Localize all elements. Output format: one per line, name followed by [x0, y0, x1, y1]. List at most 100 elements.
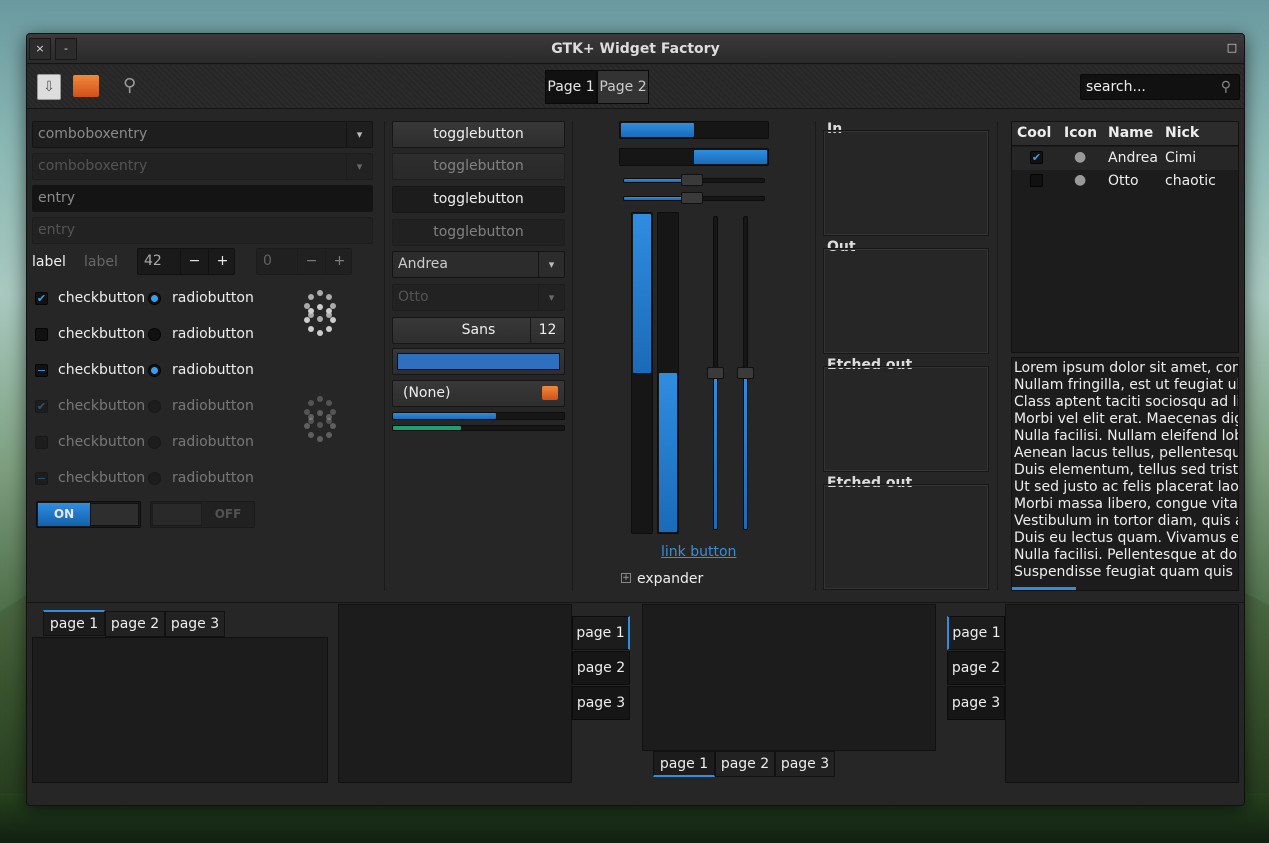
search-icon: ⚲ — [1220, 79, 1231, 95]
radio-icon — [148, 472, 161, 485]
table-row[interactable]: ✔ ● Andrea Cimi — [1012, 147, 1238, 170]
search-entry[interactable]: search... ⚲ — [1080, 74, 1240, 100]
minimize-button[interactable]: - — [55, 38, 77, 60]
folder-icon — [542, 386, 558, 400]
col-icon[interactable]: Icon — [1064, 125, 1097, 141]
radiobutton-label[interactable]: radiobutton — [172, 362, 254, 378]
row-nick: Cimi — [1165, 150, 1197, 166]
vtab-page-2[interactable]: page 2 — [572, 651, 630, 685]
font-name: Sans — [461, 322, 496, 338]
scale-handle[interactable] — [737, 367, 754, 379]
text-line: Lorem ipsum dolor sit amet, conse — [1014, 360, 1239, 376]
spinner-dot — [326, 307, 333, 314]
close-button[interactable]: × — [29, 38, 51, 60]
checkbutton-label[interactable]: checkbutton — [58, 362, 145, 378]
page-2-label: Page 2 — [599, 79, 647, 95]
vscale-1[interactable] — [707, 216, 724, 530]
font-button[interactable]: Sans 12 — [392, 317, 565, 344]
togglebutton-1[interactable]: togglebutton — [392, 121, 565, 148]
row-name: Andrea — [1108, 150, 1158, 166]
switch-on-label: ON — [38, 503, 90, 526]
notebook-right-panel — [338, 604, 572, 783]
radio-icon — [148, 436, 161, 449]
ltab-page-2[interactable]: page 2 — [947, 651, 1005, 685]
unchecked-icon[interactable] — [1030, 174, 1043, 187]
checkbox-icon: − — [35, 472, 48, 485]
scale-handle[interactable] — [681, 174, 703, 186]
checkbutton-label[interactable]: checkbutton — [58, 290, 145, 306]
tab-page-3[interactable]: page 3 — [165, 611, 225, 637]
main-window: GTK+ Widget Factory × - □ ⇩ ⚲ Page 1 Pag… — [26, 33, 1245, 806]
notebook-top-panel — [32, 637, 328, 783]
col-nick[interactable]: Nick — [1165, 125, 1199, 141]
switch-knob[interactable] — [90, 503, 139, 526]
checkbox-icon[interactable]: − — [35, 364, 48, 377]
download-icon[interactable]: ⇩ — [37, 74, 61, 100]
chevron-down-icon[interactable]: ▾ — [538, 252, 564, 277]
radio-icon[interactable] — [148, 328, 161, 341]
ltab-page-3[interactable]: page 3 — [947, 686, 1005, 720]
minus-icon[interactable]: − — [180, 249, 208, 274]
file-chooser-button[interactable]: (None) — [392, 380, 565, 407]
page-1-toggle[interactable]: Page 1 — [545, 70, 597, 104]
link-button[interactable]: link button — [661, 544, 736, 560]
btab-page-3[interactable]: page 3 — [775, 751, 835, 777]
switch-off: OFF — [150, 501, 255, 528]
vtab-page-3[interactable]: page 3 — [572, 686, 630, 720]
comboboxentry-1[interactable]: comboboxentry ▾ — [32, 121, 373, 148]
checkbutton-label[interactable]: checkbutton — [58, 326, 145, 342]
search-tool-icon[interactable]: ⚲ — [123, 75, 136, 96]
expander-plus-icon[interactable]: + — [621, 573, 631, 583]
hprogress-1 — [619, 121, 769, 139]
radiobutton-label[interactable]: radiobutton — [172, 290, 254, 306]
tab-page-1[interactable]: page 1 — [43, 610, 105, 636]
hscale-1[interactable] — [623, 174, 765, 186]
file-label: (None) — [403, 385, 451, 401]
spinner-dot — [326, 326, 333, 333]
hscale-2[interactable] — [623, 192, 765, 204]
vtab-page-1[interactable]: page 1 — [572, 616, 630, 650]
page-2-toggle[interactable]: Page 2 — [597, 70, 649, 104]
color-button[interactable] — [392, 348, 565, 375]
chevron-down-icon[interactable]: ▾ — [346, 122, 372, 147]
frame-etched-1 — [823, 366, 989, 472]
switch-on[interactable]: ON — [36, 501, 141, 528]
text-view[interactable]: Lorem ipsum dolor sit amet, conse Nullam … — [1011, 357, 1239, 591]
spinner-dot — [317, 330, 323, 336]
scale-fill — [624, 197, 687, 200]
comboboxentry-2: comboboxentry ▾ — [32, 153, 373, 180]
col-name[interactable]: Name — [1108, 125, 1153, 141]
checkbox-icon[interactable]: ✔ — [35, 292, 48, 305]
radiobutton-label[interactable]: radiobutton — [172, 326, 254, 342]
ltab-page-1[interactable]: page 1 — [947, 616, 1005, 650]
table-row[interactable]: ● Otto chaotic — [1012, 170, 1238, 193]
expander-label[interactable]: expander — [637, 571, 703, 587]
combo-andrea[interactable]: Andrea ▾ — [392, 251, 565, 278]
plus-icon[interactable]: + — [208, 249, 236, 274]
col-cool[interactable]: Cool — [1017, 125, 1051, 141]
radio-icon[interactable] — [148, 292, 161, 305]
spinner-dot — [307, 307, 314, 314]
scale-handle[interactable] — [707, 367, 724, 379]
togglebutton-3[interactable]: togglebutton — [392, 186, 565, 213]
row-name: Otto — [1108, 173, 1139, 189]
btab-page-2[interactable]: page 2 — [715, 751, 775, 777]
spinner-dot — [317, 410, 323, 416]
spin-button-1[interactable]: 42 − + — [137, 248, 235, 275]
folder-icon[interactable] — [73, 75, 99, 97]
vscale-2[interactable] — [737, 216, 754, 530]
switch-knob — [152, 503, 202, 526]
maximize-button[interactable]: □ — [1224, 38, 1240, 60]
spinner-dot — [330, 423, 336, 429]
text-line: Nullam fringilla, est ut feugiat ultr — [1014, 377, 1239, 393]
spinner-dot — [317, 316, 323, 322]
scrollbar-indicator[interactable] — [1012, 587, 1076, 590]
radio-icon[interactable] — [148, 364, 161, 377]
tab-page-2[interactable]: page 2 — [105, 611, 165, 637]
radio-icon — [148, 400, 161, 413]
check-icon[interactable]: ✔ — [1030, 151, 1043, 164]
entry-1[interactable]: entry — [32, 185, 373, 212]
scale-handle[interactable] — [681, 192, 703, 204]
checkbox-icon[interactable] — [35, 328, 48, 341]
btab-page-1[interactable]: page 1 — [653, 751, 715, 777]
